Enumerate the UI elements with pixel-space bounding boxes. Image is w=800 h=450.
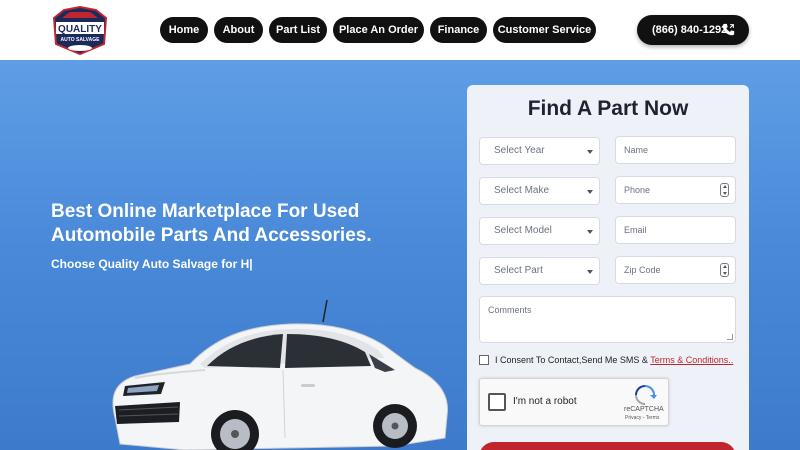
phone-number: (866) 840-1292 bbox=[652, 24, 728, 36]
select-part-label: Select Part bbox=[494, 265, 543, 276]
recaptcha-widget: I'm not a robot reCAPTCHA Privacy - Term… bbox=[479, 378, 669, 426]
chevron-down-icon bbox=[587, 270, 593, 274]
comments-placeholder: Comments bbox=[488, 305, 532, 315]
phone-icon bbox=[722, 23, 735, 36]
car-image bbox=[112, 299, 449, 450]
recaptcha-logo-icon bbox=[635, 385, 657, 405]
phone-placeholder: Phone bbox=[624, 185, 651, 195]
resize-grip-icon[interactable] bbox=[727, 334, 733, 340]
terms-link[interactable]: Terms & Conditions.. bbox=[650, 355, 733, 365]
recaptcha-checkbox[interactable] bbox=[488, 393, 506, 411]
chevron-down-icon bbox=[587, 190, 593, 194]
name-placeholder: Name bbox=[624, 145, 649, 155]
chevron-down-icon bbox=[587, 150, 593, 154]
number-stepper-icon[interactable] bbox=[720, 263, 729, 277]
nav-customer-service[interactable]: Customer Service bbox=[493, 17, 596, 43]
select-model[interactable]: Select Model bbox=[479, 217, 600, 245]
name-input[interactable]: Name bbox=[615, 136, 736, 164]
recaptcha-links[interactable]: Privacy - Terms bbox=[625, 415, 659, 421]
nav-place-an-order[interactable]: Place An Order bbox=[333, 17, 424, 43]
nav-home[interactable]: Home bbox=[160, 17, 208, 43]
select-make[interactable]: Select Make bbox=[479, 177, 600, 205]
select-year[interactable]: Select Year bbox=[479, 137, 600, 165]
nav-finance[interactable]: Finance bbox=[430, 17, 487, 43]
consent-row: I Consent To Contact,Send Me SMS & Terms… bbox=[479, 355, 744, 365]
select-make-label: Select Make bbox=[494, 185, 550, 196]
chevron-down-icon bbox=[587, 230, 593, 234]
hero-subtitle: Choose Quality Auto Salvage for H| bbox=[51, 257, 253, 271]
hero-title: Best Online Marketplace For Used Automob… bbox=[51, 201, 372, 246]
recaptcha-label: I'm not a robot bbox=[513, 396, 577, 407]
find-part-form: Find A Part Now Select Year Name Select … bbox=[467, 85, 749, 450]
email-placeholder: Email bbox=[624, 225, 647, 235]
zip-code-input[interactable]: Zip Code bbox=[615, 256, 736, 284]
company-logo[interactable]: QUALITY AUTO SALVAGE bbox=[48, 4, 112, 56]
form-title: Find A Part Now bbox=[527, 97, 689, 120]
comments-textarea[interactable]: Comments bbox=[479, 296, 736, 343]
nav-part-list[interactable]: Part List bbox=[269, 17, 327, 43]
site-header: QUALITY AUTO SALVAGE Home About Part Lis… bbox=[0, 0, 800, 60]
submit-button[interactable] bbox=[479, 442, 736, 450]
select-part[interactable]: Select Part bbox=[479, 257, 600, 285]
number-stepper-icon[interactable] bbox=[720, 183, 729, 197]
recaptcha-brand: reCAPTCHA bbox=[624, 406, 664, 413]
phone-button[interactable]: (866) 840-1292 bbox=[637, 15, 749, 45]
consent-text: I Consent To Contact,Send Me SMS & bbox=[495, 355, 651, 365]
phone-input[interactable]: Phone bbox=[615, 176, 736, 204]
consent-checkbox[interactable] bbox=[479, 355, 489, 365]
email-input[interactable]: Email bbox=[615, 216, 736, 244]
logo-line1: QUALITY bbox=[58, 24, 102, 35]
nav-about[interactable]: About bbox=[214, 17, 263, 43]
select-year-label: Select Year bbox=[494, 145, 545, 156]
zip-code-placeholder: Zip Code bbox=[624, 265, 661, 275]
logo-line2: AUTO SALVAGE bbox=[61, 37, 101, 43]
select-model-label: Select Model bbox=[494, 225, 552, 236]
